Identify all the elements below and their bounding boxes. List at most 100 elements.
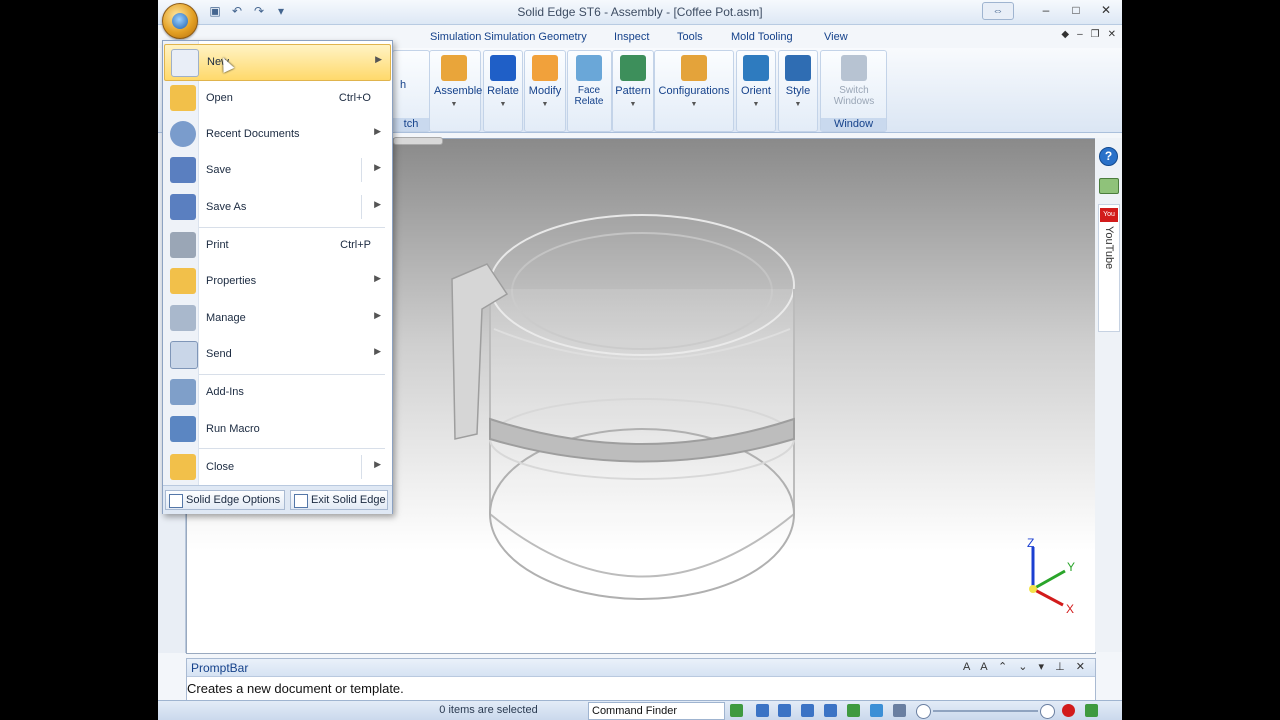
menu-item-add-ins[interactable]: Add-Ins bbox=[164, 375, 389, 410]
menu-item-run-macro[interactable]: Run Macro bbox=[164, 412, 389, 447]
relate-label: Relate bbox=[487, 85, 519, 97]
tab-mold-tooling[interactable]: Mold Tooling bbox=[731, 31, 793, 43]
prompt-bar-controls[interactable]: A A ⌃ ⌄ ▾ ⊥ ✕ bbox=[963, 660, 1089, 673]
menu-item-open[interactable]: Open Ctrl+O bbox=[164, 81, 389, 116]
fit-icon[interactable] bbox=[801, 704, 814, 717]
menu-item-new[interactable]: New ▶ bbox=[164, 44, 391, 81]
pan-icon[interactable] bbox=[824, 704, 837, 717]
application-menu-footer: Solid Edge Options Exit Solid Edge bbox=[163, 485, 392, 514]
zoom-area-icon[interactable] bbox=[756, 704, 769, 717]
tab-tools[interactable]: Tools bbox=[677, 31, 703, 43]
open-folder-icon bbox=[170, 85, 196, 111]
doc-close-button[interactable]: ✕ bbox=[1108, 29, 1116, 40]
tab-simulation[interactable]: Simulation bbox=[430, 31, 481, 43]
switch-windows-button[interactable]: Switch Windows bbox=[825, 55, 883, 107]
refresh-icon[interactable] bbox=[730, 704, 743, 717]
menu-item-properties-label: Properties bbox=[206, 275, 257, 287]
orient-icon bbox=[743, 55, 769, 81]
face-relate-label: Face Relate bbox=[574, 85, 604, 107]
orient-dropdown-icon: ▼ bbox=[752, 101, 760, 108]
send-icon bbox=[170, 341, 198, 369]
new-document-icon bbox=[171, 49, 199, 77]
youtube-panel-tab[interactable]: You Tube YouTube bbox=[1098, 204, 1120, 332]
submenu-arrow-icon: ▶ bbox=[374, 273, 381, 283]
command-finder-input[interactable]: Command Finder bbox=[588, 702, 725, 720]
zoom-in-icon[interactable] bbox=[1040, 704, 1055, 719]
exit-icon bbox=[294, 494, 308, 508]
menu-item-run-macro-label: Run Macro bbox=[206, 423, 260, 435]
face-relate-button[interactable]: Face Relate bbox=[569, 55, 609, 107]
zoom-out-icon[interactable] bbox=[916, 704, 931, 719]
triad-y-label: Y bbox=[1067, 560, 1075, 574]
doc-restore-button[interactable]: ❐ bbox=[1091, 29, 1100, 40]
menu-item-properties[interactable]: Properties ▶ bbox=[164, 264, 389, 299]
ribbon-group-face-relate: Face Relate bbox=[567, 50, 612, 132]
menu-item-recent-documents[interactable]: Recent Documents ▶ bbox=[164, 117, 389, 152]
menu-item-print[interactable]: Print Ctrl+P bbox=[164, 228, 389, 263]
menu-item-close[interactable]: Close ▶ bbox=[164, 450, 389, 485]
menu-item-save-as[interactable]: Save As ▶ bbox=[164, 190, 389, 225]
style-label: Style bbox=[785, 85, 811, 97]
title-bar: ▣ ↶ ↷ ▾ Solid Edge ST6 - Assembly - [Cof… bbox=[158, 0, 1122, 25]
solid-edge-options-button[interactable]: Solid Edge Options bbox=[165, 490, 285, 510]
menu-item-save-label: Save bbox=[206, 164, 232, 176]
orient-button[interactable]: Orient ▼ bbox=[736, 55, 776, 109]
tab-view[interactable]: View bbox=[824, 31, 848, 43]
tab-inspect[interactable]: Inspect bbox=[614, 31, 649, 43]
configurations-dropdown-icon: ▼ bbox=[690, 101, 698, 108]
exit-solid-edge-button[interactable]: Exit Solid Edge bbox=[290, 490, 388, 510]
window-switch-button[interactable]: ⇔ bbox=[982, 2, 1014, 20]
exit-solid-edge-label: Exit Solid Edge bbox=[311, 494, 386, 506]
assemble-button[interactable]: Assemble ▼ bbox=[434, 55, 482, 109]
submenu-arrow-icon: ▶ bbox=[375, 54, 382, 64]
menu-item-manage[interactable]: Manage ▶ bbox=[164, 301, 389, 336]
sketch-view-icon[interactable] bbox=[893, 704, 906, 717]
modify-dropdown-icon: ▼ bbox=[541, 101, 549, 108]
split-divider bbox=[361, 455, 362, 479]
menu-item-print-shortcut: Ctrl+P bbox=[340, 239, 371, 251]
style-button[interactable]: Style ▼ bbox=[778, 55, 818, 109]
menu-item-send-label: Send bbox=[206, 348, 232, 360]
menu-item-save[interactable]: Save ▶ bbox=[164, 153, 389, 188]
assemble-dropdown-icon: ▼ bbox=[450, 101, 458, 108]
ribbon-pin-icon[interactable]: ◆ bbox=[1061, 29, 1069, 40]
save-as-icon bbox=[170, 194, 196, 220]
modify-button[interactable]: Modify ▼ bbox=[525, 55, 565, 109]
triad-x-label: X bbox=[1066, 602, 1074, 616]
menu-item-add-ins-label: Add-Ins bbox=[206, 386, 244, 398]
tab-simulation-geometry[interactable]: Simulation Geometry bbox=[484, 31, 587, 43]
doc-minimize-button[interactable]: – bbox=[1077, 29, 1083, 40]
help-icon[interactable]: ? bbox=[1099, 147, 1118, 166]
upload-icon[interactable] bbox=[1085, 704, 1098, 717]
application-button[interactable] bbox=[162, 3, 198, 39]
viewport-scroll-tab[interactable] bbox=[393, 137, 443, 145]
submenu-arrow-icon: ▶ bbox=[374, 162, 381, 172]
menu-item-open-label: Open bbox=[206, 92, 233, 104]
menu-item-manage-label: Manage bbox=[206, 312, 246, 324]
menu-item-save-as-label: Save As bbox=[206, 201, 247, 213]
pattern-button[interactable]: Pattern ▼ bbox=[613, 55, 653, 109]
switch-windows-icon bbox=[841, 55, 867, 81]
view-cube-icon[interactable] bbox=[870, 704, 883, 717]
close-button[interactable]: ✕ bbox=[1096, 3, 1116, 17]
rotate-icon[interactable] bbox=[847, 704, 860, 717]
application-logo-icon bbox=[172, 13, 188, 29]
style-dropdown-icon: ▼ bbox=[794, 101, 802, 108]
sketch-button-label[interactable]: h bbox=[393, 79, 413, 91]
relate-button[interactable]: Relate ▼ bbox=[483, 55, 523, 109]
configurations-button[interactable]: Configurations ▼ bbox=[655, 55, 733, 109]
status-bar: 0 items are selected Command Finder bbox=[158, 700, 1122, 720]
manage-icon bbox=[170, 305, 196, 331]
zoom-slider[interactable] bbox=[933, 710, 1038, 712]
prompt-bar: PromptBar A A ⌃ ⌄ ▾ ⊥ ✕ Creates a new do… bbox=[186, 658, 1096, 702]
maximize-button[interactable]: □ bbox=[1066, 3, 1086, 17]
zoom-icon[interactable] bbox=[778, 704, 791, 717]
record-icon[interactable] bbox=[1062, 704, 1075, 717]
youtube-icon: You Tube bbox=[1100, 208, 1118, 232]
minimize-button[interactable]: – bbox=[1036, 3, 1056, 17]
menu-item-send[interactable]: Send ▶ bbox=[164, 337, 389, 372]
ribbon-group-window-label: Window bbox=[821, 118, 886, 131]
library-icon[interactable] bbox=[1099, 178, 1119, 194]
split-divider bbox=[361, 195, 362, 219]
youtube-tab-label: YouTube bbox=[1103, 226, 1115, 270]
